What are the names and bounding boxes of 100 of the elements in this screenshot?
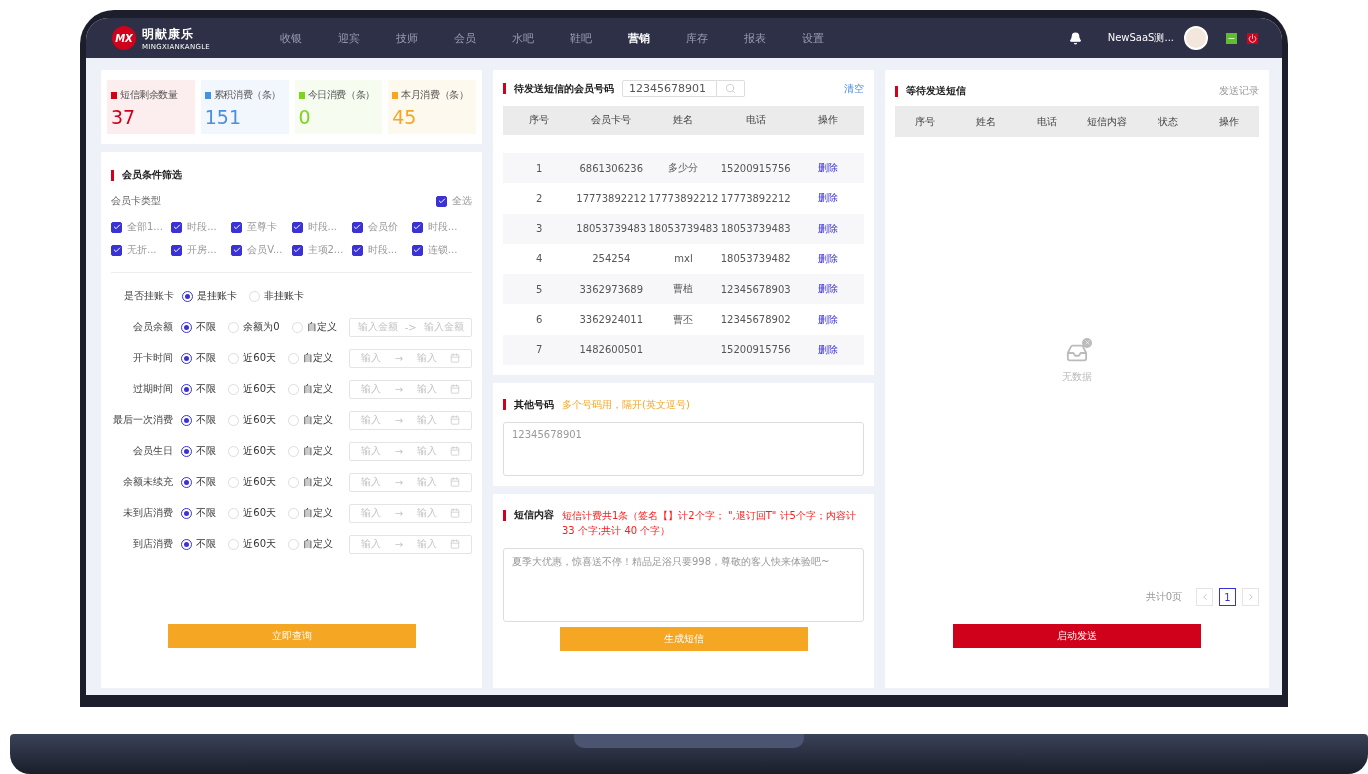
radio-label: 不限 (196, 506, 217, 520)
nav-tab[interactable]: 鞋吧 (552, 30, 610, 46)
radio-label: 近60天 (243, 444, 276, 458)
radio-label: 自定义 (303, 475, 333, 489)
checkbox[interactable] (231, 244, 243, 256)
column-header: 电话 (1035, 114, 1058, 129)
checkbox[interactable] (171, 221, 183, 233)
checkbox[interactable] (171, 244, 183, 256)
checkbox[interactable] (436, 195, 447, 207)
delete-link[interactable]: 删除 (791, 342, 864, 357)
radio-label: 不限 (196, 351, 217, 365)
table-cell: 17773892212 (719, 192, 792, 204)
condition-label: 过期时间 (132, 382, 174, 396)
radio-label: 自定义 (303, 413, 333, 427)
condition-label: 是否挂账卡 (123, 289, 174, 303)
nav-tab[interactable]: 迎宾 (320, 30, 378, 46)
nav-tab[interactable]: 报表 (726, 30, 784, 46)
nav-tab[interactable]: 技师 (378, 30, 436, 46)
nav-tab[interactable]: 收银 (262, 30, 320, 46)
empty-text: 无数据 (1062, 369, 1092, 384)
checkbox-label: 会员V... (247, 243, 283, 257)
table-cell-text: 254254 (591, 253, 632, 265)
calendar-icon (450, 353, 461, 363)
radio-label: 自定义 (306, 320, 337, 334)
calendar-icon (450, 508, 461, 518)
checkbox-label: 无折... (127, 243, 157, 257)
start-send-button[interactable]: 启动发送 (953, 624, 1201, 648)
nav-tab[interactable]: 会员 (436, 30, 494, 46)
checkbox[interactable] (231, 221, 243, 233)
calendar-icon (450, 384, 461, 394)
nav-tab[interactable]: 设置 (784, 30, 842, 46)
checkbox-label: 时段... (187, 220, 217, 234)
table-cell: 18053739483 (575, 223, 648, 235)
power-icon (1248, 33, 1257, 43)
radio-label: 不限 (196, 382, 217, 396)
radio-label: 不限 (196, 320, 217, 334)
search-field[interactable]: 12345678901 (622, 80, 717, 97)
checkbox[interactable] (351, 244, 363, 256)
stat-value: 151 (204, 106, 242, 128)
delete-link[interactable]: 删除 (791, 221, 864, 236)
delete-link[interactable]: 删除 (791, 312, 864, 327)
table-cell-text: 6861306236 (578, 162, 645, 174)
radio-label: 自定义 (303, 506, 333, 520)
checkbox[interactable] (351, 221, 363, 233)
table-cell-text: mxl (673, 253, 694, 265)
clear-link[interactable]: 清空 (844, 81, 864, 96)
delete-link[interactable]: 删除 (791, 251, 864, 266)
table-cell-text: 多少分 (667, 161, 700, 176)
condition-label: 会员余额 (132, 320, 174, 334)
table-cell-text: 1482600501 (578, 344, 645, 356)
radio-label: 自定义 (303, 537, 333, 551)
radio-label: 不限 (196, 444, 217, 458)
column-header: 姓名 (975, 114, 997, 129)
column-header: 姓名 (672, 113, 695, 128)
bell-icon[interactable] (1068, 31, 1082, 45)
avatar[interactable] (1184, 26, 1208, 50)
nav-tab[interactable]: 水吧 (494, 30, 552, 46)
message-input[interactable]: 夏季大优惠，惊喜送不停！精品足浴只要998，尊敬的客人快来体验吧~ (503, 548, 864, 622)
condition-label: 会员生日 (132, 444, 174, 458)
checkbox-label: 主项2... (307, 243, 344, 257)
checkbox-label: 连锁... (427, 243, 458, 257)
delete-link[interactable]: 删除 (791, 191, 864, 206)
delete-link[interactable]: 删除 (791, 282, 864, 297)
table-cell-text: 3 (534, 223, 544, 235)
calendar-icon (450, 539, 461, 549)
section-title: 其他号码 (514, 397, 554, 412)
checkbox[interactable] (411, 221, 423, 233)
checkbox[interactable] (291, 244, 303, 256)
checkbox-label: 时段... (307, 220, 338, 234)
table-cell-text: 2 (534, 192, 544, 204)
checkbox[interactable] (291, 221, 303, 233)
user-name[interactable]: NewSaaS测... (1107, 31, 1174, 45)
column-header: 序号 (528, 113, 551, 128)
radio-label: 近60天 (243, 351, 276, 365)
history-link[interactable]: 发送记录 (1219, 84, 1259, 98)
table-cell-text: 1 (534, 162, 544, 174)
numbers-input[interactable]: 12345678901 (503, 422, 864, 476)
column-header: 操作 (1217, 114, 1240, 129)
billing-note: 短信计费共1条（签名【】计2个字； ",退订回T" 计5个字；内容计33 个字;共计 40 个字） (562, 509, 857, 538)
minimize-button[interactable] (1226, 32, 1237, 44)
power-button[interactable] (1247, 32, 1258, 44)
radio-label: 自定义 (303, 444, 333, 458)
checkbox-label: 全部1... (127, 220, 163, 234)
stat-value: 37 (111, 106, 137, 128)
table-cell-text: 6 (534, 314, 544, 326)
checkbox[interactable] (411, 244, 423, 256)
checkbox[interactable] (111, 244, 122, 256)
table-cell: 15200915756 (719, 162, 792, 174)
checkbox[interactable] (111, 221, 122, 233)
nav-tab[interactable]: 库存 (668, 30, 726, 46)
checkbox-label: 时段... (367, 243, 398, 257)
section-title: 待发送短信的会员号码 (514, 81, 614, 96)
column-header: 会员卡号 (590, 113, 633, 128)
page-button[interactable]: 1 (1219, 588, 1236, 606)
delete-link[interactable]: 删除 (791, 161, 864, 176)
nav-tab[interactable]: 营销 (610, 30, 668, 46)
section-title: 会员条件筛选 (122, 168, 182, 182)
calendar-icon (450, 477, 461, 487)
stat-value: 45 (392, 106, 418, 128)
radio-label: 不限 (196, 537, 217, 551)
